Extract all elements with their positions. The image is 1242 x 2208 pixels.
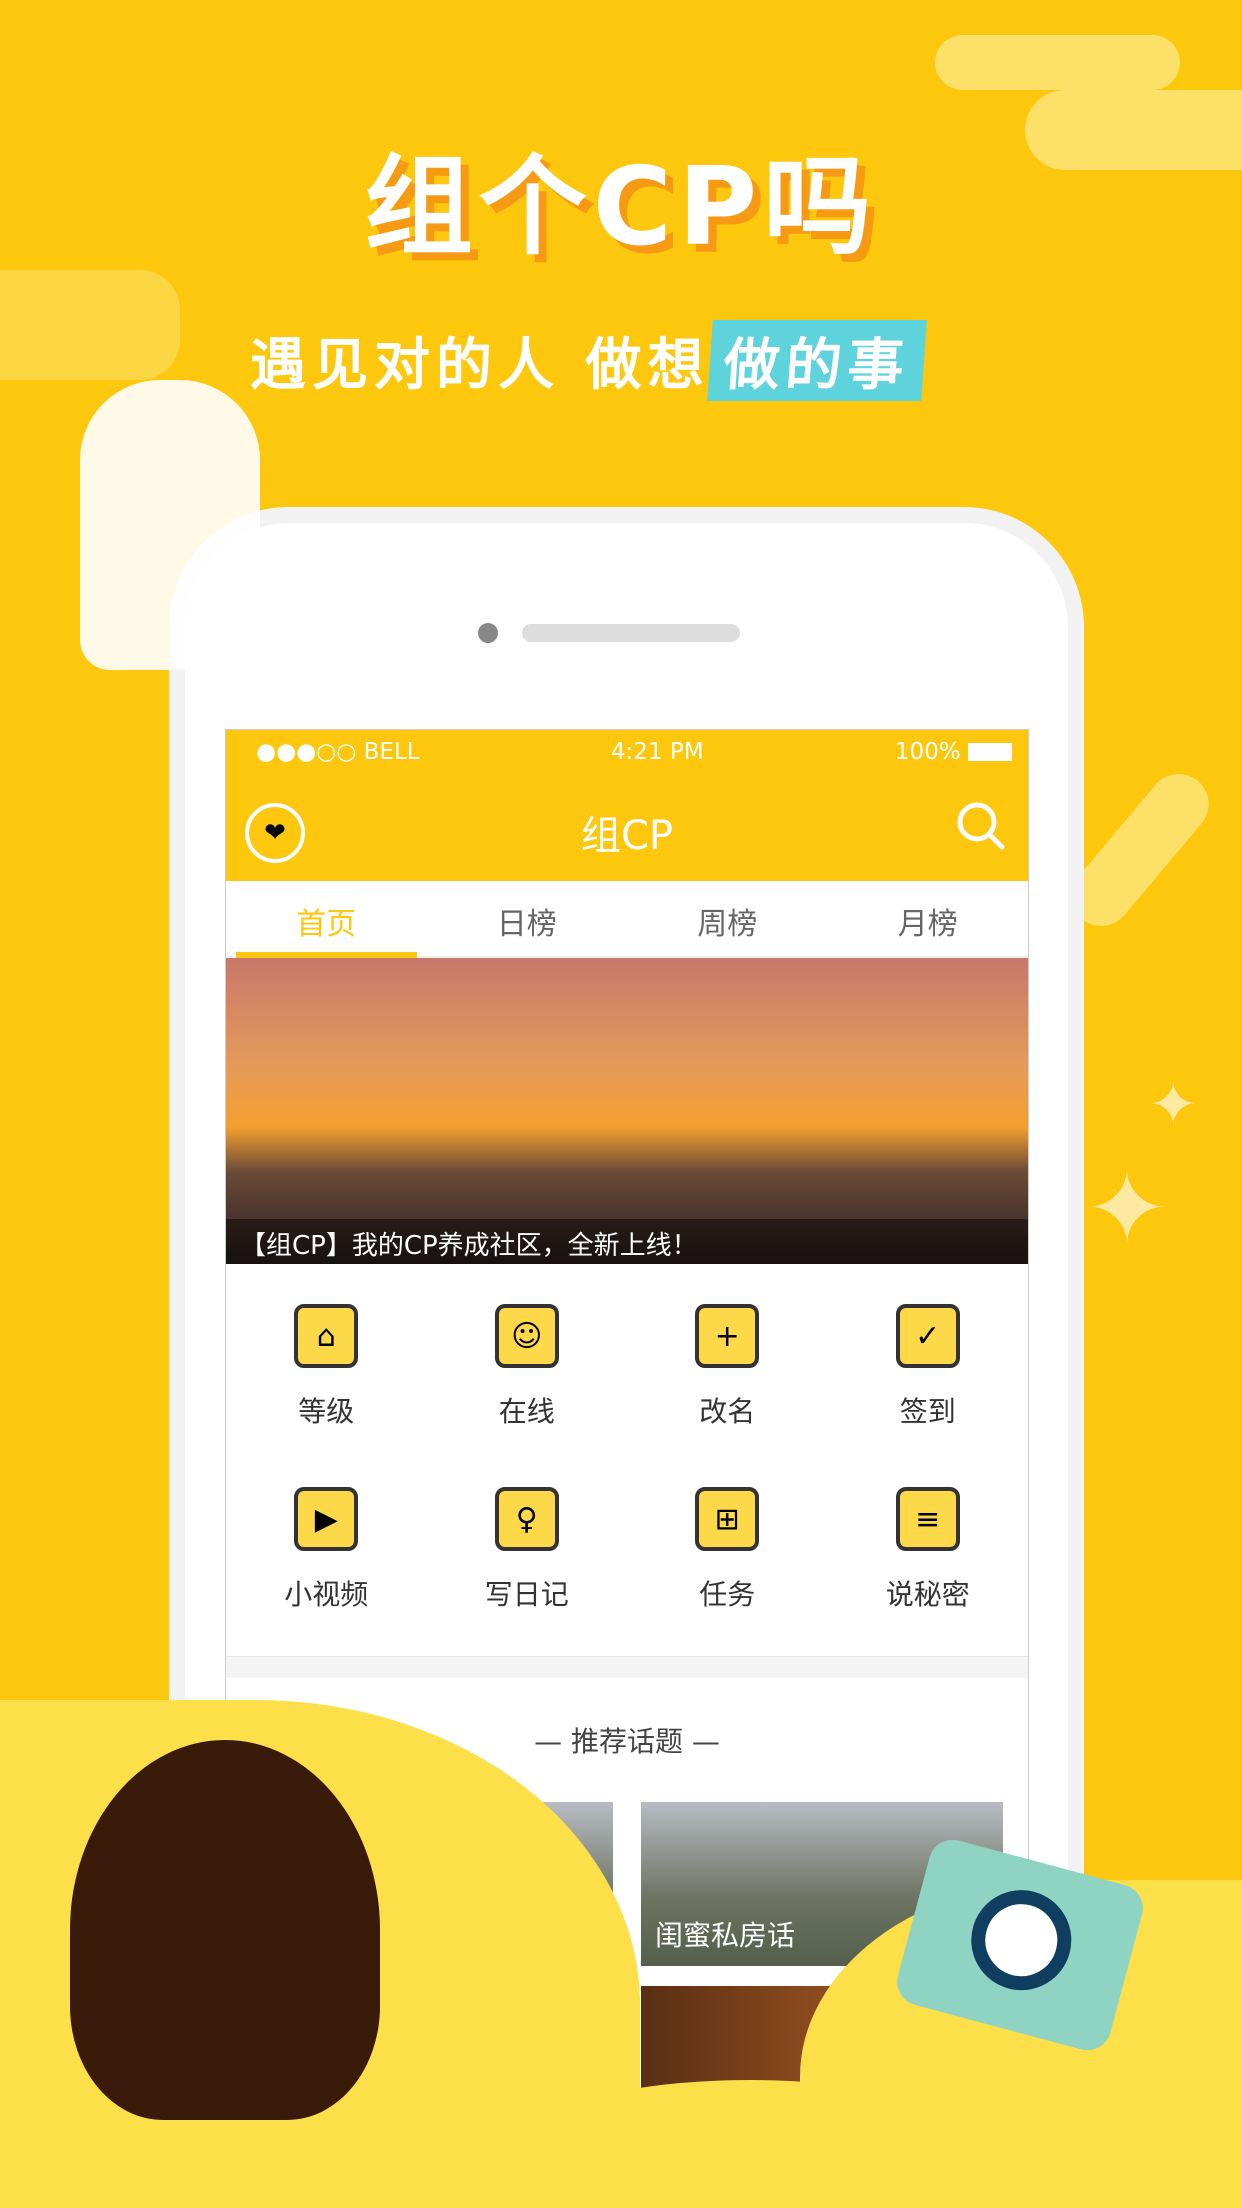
- tab-daily[interactable]: 日榜: [427, 881, 628, 956]
- subline-part: 遇见对的人 做想: [250, 333, 710, 398]
- tab-home[interactable]: 首页: [226, 881, 427, 958]
- battery-icon: [968, 743, 1012, 761]
- feature-label: 在线: [498, 1395, 555, 1428]
- user-add-icon: +: [695, 1304, 760, 1368]
- search-icon[interactable]: [956, 801, 1006, 851]
- feature-task[interactable]: ⊞ 任务: [627, 1487, 828, 1670]
- feature-label: 小视频: [284, 1578, 369, 1611]
- calendar-check-icon: ✓: [895, 1304, 960, 1368]
- feature-label: 改名: [699, 1395, 756, 1428]
- shop-icon: ⌂: [294, 1304, 359, 1368]
- tab-monthly[interactable]: 月榜: [828, 881, 1029, 956]
- tv-play-icon: ▶: [294, 1487, 359, 1551]
- feature-label: 任务: [699, 1578, 756, 1611]
- feature-label: 等级: [298, 1395, 355, 1428]
- decor-bar: [935, 35, 1180, 90]
- feature-label: 说秘密: [885, 1578, 970, 1611]
- feature-video[interactable]: ▶ 小视频: [226, 1487, 427, 1670]
- cartoon-boy-sticker: [80, 380, 260, 670]
- feature-grid: ⌂ 等级 ☺ 在线 + 改名 ✓ 签到 ▶ 小视频 ♀ 写日记 ⊞ 任务 ≡ 说秘密: [226, 1264, 1028, 1670]
- feature-level[interactable]: ⌂ 等级: [226, 1304, 427, 1487]
- chat-bubbles-icon: ☺: [494, 1304, 559, 1368]
- gift-icon: ⊞: [695, 1487, 760, 1551]
- gender-icon: ♀: [494, 1487, 559, 1551]
- phone-camera: [478, 623, 498, 643]
- feature-checkin[interactable]: ✓ 签到: [828, 1304, 1029, 1487]
- clock: 4:21 PM: [610, 738, 704, 765]
- banner[interactable]: 【组CP】我的CP养成社区，全新上线！: [226, 958, 1028, 1264]
- feature-rename[interactable]: + 改名: [627, 1304, 828, 1487]
- carrier: ●●●○○ BELL: [256, 738, 420, 765]
- app-title: 组CP: [580, 813, 674, 859]
- camera-lens: [960, 1878, 1083, 2002]
- battery: 100%: [895, 739, 1012, 765]
- promo-headline: 组个CP吗: [364, 145, 878, 270]
- feature-label: 签到: [899, 1395, 956, 1428]
- battery-level: 100%: [894, 738, 961, 765]
- nav-bar: ❤ 组CP: [226, 773, 1028, 881]
- cartoon-girl-sticker: [70, 1740, 380, 2120]
- sparkle-icon: ✦: [1148, 1070, 1199, 1140]
- promo-subline: 遇见对的人 做想 做的事: [250, 320, 927, 401]
- sparkle-icon: ✦: [1085, 1150, 1169, 1267]
- subline-highlight: 做的事: [706, 320, 927, 401]
- phone-speaker: [522, 624, 740, 642]
- feature-secret[interactable]: ≡ 说秘密: [828, 1487, 1029, 1670]
- topic-title: 闺蜜私房话: [655, 1919, 796, 1952]
- status-bar: ●●●○○ BELL 4:21 PM 100%: [226, 730, 1028, 773]
- feature-label: 写日记: [484, 1578, 569, 1611]
- decor-bar: [0, 270, 180, 380]
- tab-weekly[interactable]: 周榜: [627, 881, 828, 956]
- feature-online[interactable]: ☺ 在线: [427, 1304, 628, 1487]
- banner-caption: 【组CP】我的CP养成社区，全新上线！: [226, 1219, 1028, 1264]
- clipboard-icon: ≡: [895, 1487, 960, 1551]
- feature-diary[interactable]: ♀ 写日记: [427, 1487, 628, 1670]
- tab-bar: 首页 日榜 周榜 月榜: [226, 881, 1028, 958]
